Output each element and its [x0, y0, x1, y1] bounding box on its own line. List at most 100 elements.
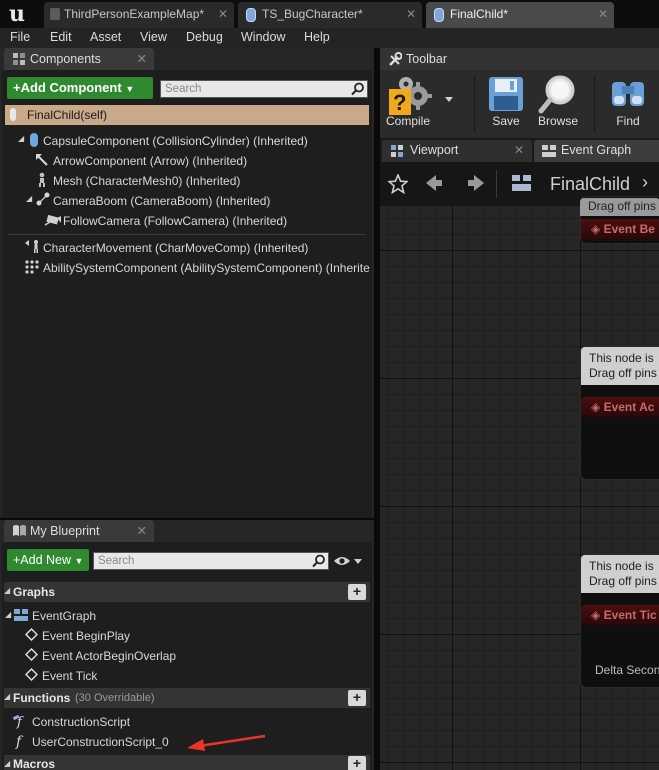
toolbar-separator	[474, 76, 475, 132]
menu-help[interactable]: Help	[304, 30, 330, 44]
close-icon[interactable]: ✕	[218, 2, 228, 26]
event-graph-icon	[542, 145, 556, 157]
tab-viewport[interactable]: Viewport ✕	[382, 140, 532, 162]
close-icon[interactable]: ✕	[406, 2, 416, 26]
tab-event-graph[interactable]: Event Graph	[534, 140, 659, 162]
search-icon	[312, 554, 325, 568]
star-icon[interactable]	[388, 174, 408, 194]
menu-bar: File Edit Asset View Debug Window Help	[0, 28, 659, 48]
components-title: Components	[30, 52, 101, 66]
close-icon[interactable]: ✕	[514, 143, 524, 157]
browse-button[interactable]: Browse	[528, 72, 588, 130]
event-diamond-icon	[25, 668, 38, 681]
user-construction-script-item[interactable]: UserConstructionScript_0	[32, 735, 169, 749]
svg-text:f: f	[15, 734, 24, 749]
tree-item-character-movement[interactable]: CharacterMovement (CharMoveComp) (Inheri…	[43, 241, 308, 255]
event-node-actor-begin-overlap[interactable]: This node is Drag off pins ◈ Event Ac	[580, 346, 659, 480]
back-arrow-icon[interactable]	[424, 173, 444, 193]
tab-viewport-label: Viewport	[410, 143, 459, 157]
event-graph-icon	[512, 175, 531, 191]
tab-final-child[interactable]: FinalChild* ✕	[426, 2, 614, 28]
find-icon	[612, 82, 644, 106]
tab-ts-bug-character[interactable]: TS_BugCharacter* ✕	[238, 2, 422, 28]
capsule-icon	[30, 133, 38, 147]
event-graph-icon	[14, 609, 28, 621]
toolbar-title: Toolbar	[406, 52, 447, 66]
event-diamond-icon: ◈	[591, 222, 601, 236]
components-tab[interactable]: Components ✕	[4, 48, 154, 70]
functions-category-header[interactable]: ◢ Functions (30 Overridable) +	[4, 688, 370, 708]
add-component-button[interactable]: +Add Component ▼	[7, 77, 153, 99]
tree-item-ability-system[interactable]: AbilitySystemComponent (AbilitySystemCom…	[43, 261, 370, 275]
menu-file[interactable]: File	[10, 30, 30, 44]
expand-arrow-icon[interactable]: ◢	[18, 134, 24, 143]
node-comment: This node is Drag off pins	[581, 555, 659, 593]
event-tick-item[interactable]: Event Tick	[42, 669, 97, 683]
expand-arrow-icon[interactable]: ◢	[26, 194, 32, 203]
annotation-arrow-icon	[187, 734, 266, 751]
forward-arrow-icon[interactable]	[466, 173, 486, 193]
construction-script-item[interactable]: ConstructionScript	[32, 715, 130, 729]
event-node-title: ◈ Event Ac	[581, 397, 659, 417]
add-graph-button[interactable]: +	[348, 584, 366, 600]
add-new-button[interactable]: +Add New ▼	[7, 549, 89, 571]
my-blueprint-tab[interactable]: My Blueprint ✕	[4, 520, 154, 542]
capsule-icon	[10, 108, 16, 121]
browse-label: Browse	[537, 114, 578, 128]
mesh-icon	[39, 172, 45, 187]
toolbar-tab[interactable]: Toolbar	[380, 48, 659, 70]
breadcrumb-title[interactable]: FinalChild	[550, 174, 630, 195]
comment-text: This node is	[589, 559, 654, 573]
event-begin-play-item[interactable]: Event BeginPlay	[42, 629, 130, 643]
tree-item-capsule[interactable]: CapsuleComponent (CollisionCylinder) (In…	[43, 134, 308, 148]
visibility-eye-icon[interactable]	[333, 554, 363, 568]
macros-category-header[interactable]: ◢ Macros +	[4, 755, 370, 770]
component-self-row[interactable]: FinalChild(self)	[5, 105, 369, 125]
components-panel: Components ✕ +Add Component ▼ Search Fin…	[0, 48, 374, 518]
event-graph-item[interactable]: EventGraph	[32, 609, 96, 623]
close-icon[interactable]: ✕	[137, 48, 147, 70]
movement-icon	[25, 240, 38, 253]
event-actor-begin-overlap-item[interactable]: Event ActorBeginOverlap	[42, 649, 176, 663]
find-button[interactable]: Find	[598, 72, 658, 130]
event-node-title-text: Event Ac	[603, 400, 655, 414]
blueprint-search-input[interactable]: Search	[93, 552, 329, 570]
expand-arrow-icon[interactable]: ◢	[5, 610, 11, 619]
add-component-label: +Add Component	[13, 80, 122, 95]
menu-edit[interactable]: Edit	[50, 30, 72, 44]
components-search-input[interactable]: Search	[160, 80, 368, 98]
breadcrumb-chevron-icon: ›	[642, 172, 648, 192]
save-button[interactable]: Save	[476, 72, 536, 130]
comment-text: Drag off pins	[589, 574, 657, 588]
tree-item-arrow[interactable]: ArrowComponent (Arrow) (Inherited)	[53, 154, 247, 168]
event-diamond-icon: ◈	[591, 400, 601, 414]
graphs-category-header[interactable]: ◢ Graphs +	[4, 582, 370, 602]
camera-icon	[44, 214, 61, 226]
event-node-tick[interactable]: This node is Drag off pins ◈ Event Tic D…	[580, 554, 659, 688]
expand-arrow-icon: ◢	[4, 759, 11, 768]
add-new-label: +Add New	[13, 553, 72, 567]
compile-button[interactable]: ? Compile	[380, 72, 462, 130]
svg-text:?: ?	[393, 90, 406, 115]
close-icon[interactable]: ✕	[598, 2, 608, 26]
add-function-button[interactable]: +	[348, 690, 366, 706]
menu-window[interactable]: Window	[241, 30, 285, 44]
delta-seconds-pin[interactable]: Delta Secon	[595, 663, 659, 677]
tab-third-person-map[interactable]: ThirdPersonExampleMap* ✕	[44, 2, 234, 28]
viewport-icon	[391, 145, 403, 157]
event-diamond-icon	[25, 628, 38, 641]
tree-divider	[8, 234, 366, 235]
tree-item-mesh[interactable]: Mesh (CharacterMesh0) (Inherited)	[53, 174, 240, 188]
tree-item-follow-camera[interactable]: FollowCamera (FollowCamera) (Inherited)	[63, 214, 287, 228]
tree-item-camera-boom[interactable]: CameraBoom (CameraBoom) (Inherited)	[53, 194, 270, 208]
event-diamond-icon: ◈	[591, 608, 601, 622]
add-macro-button[interactable]: +	[348, 756, 366, 770]
menu-debug[interactable]: Debug	[186, 30, 223, 44]
menu-view[interactable]: View	[140, 30, 167, 44]
dropdown-arrow-icon[interactable]	[444, 96, 454, 104]
close-icon[interactable]: ✕	[137, 520, 147, 542]
event-graph-canvas[interactable]: ◈ Event Be Drag off pins This node is Dr…	[380, 196, 659, 770]
compile-icon: ?	[389, 77, 432, 115]
menu-asset[interactable]: Asset	[90, 30, 121, 44]
unreal-logo-icon[interactable]: u	[0, 0, 34, 28]
